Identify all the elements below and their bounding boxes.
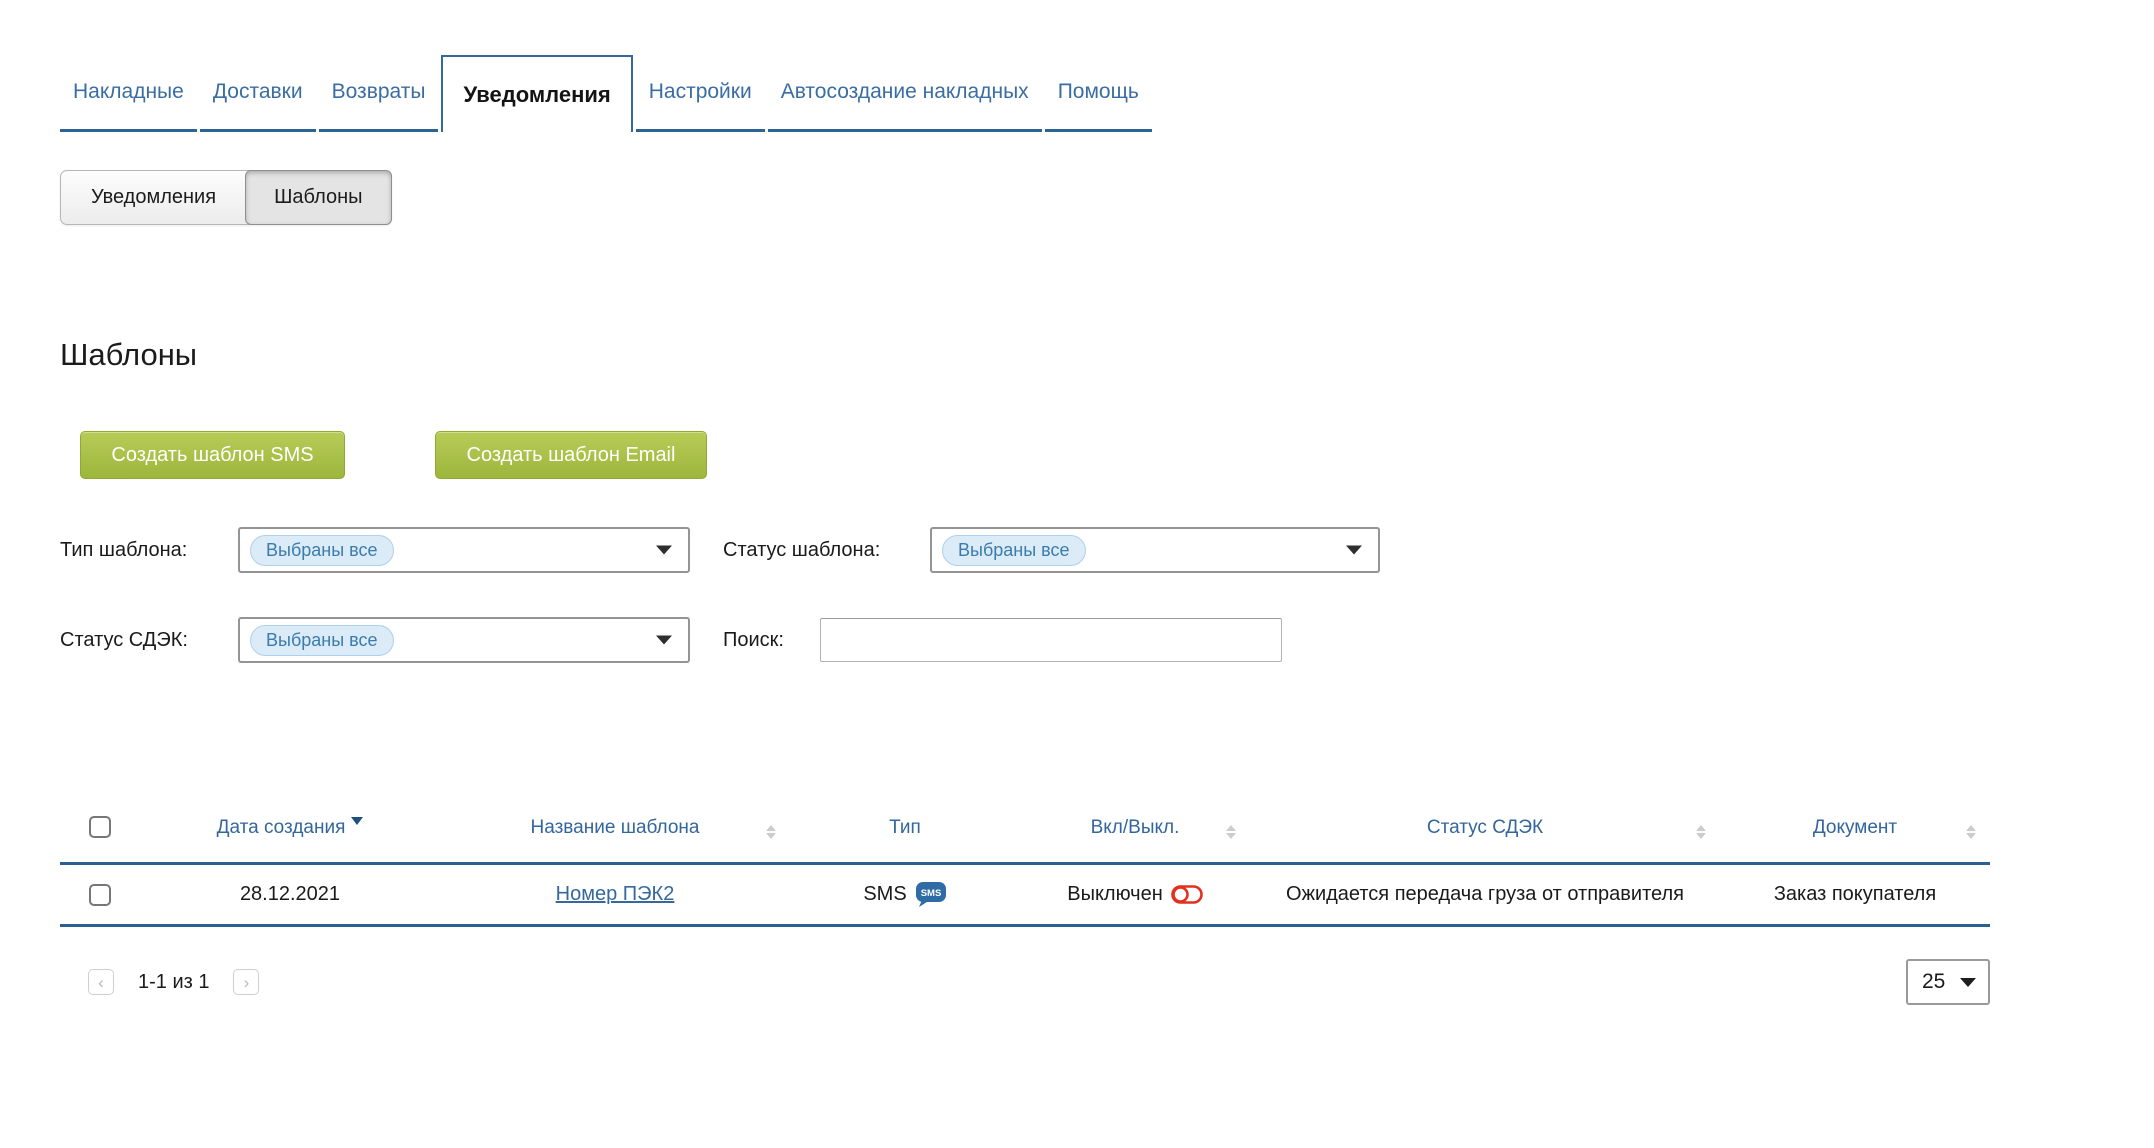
select-all-checkbox[interactable] bbox=[89, 816, 111, 838]
view-toggle-templates-button[interactable]: Шаблоны bbox=[245, 170, 391, 225]
tab-label: Возвраты bbox=[332, 80, 426, 104]
chevron-right-icon: › bbox=[244, 974, 250, 991]
tab-pomosch[interactable]: Помощь bbox=[1045, 55, 1152, 132]
templates-table: Дата создания Название шаблона Тип Вкл/В… bbox=[60, 793, 1990, 927]
sort-icon[interactable] bbox=[1696, 825, 1706, 839]
chevron-down-icon bbox=[1960, 978, 1976, 987]
search-label: Поиск: bbox=[723, 629, 820, 652]
column-label: Статус СДЭК bbox=[1427, 817, 1543, 838]
page-size-value: 25 bbox=[1922, 970, 1945, 994]
row-checkbox[interactable] bbox=[89, 884, 111, 906]
tab-label: Настройки bbox=[649, 80, 752, 104]
column-header-cdek-status[interactable]: Статус СДЭК bbox=[1250, 817, 1720, 839]
column-header-date[interactable]: Дата создания bbox=[140, 817, 440, 839]
tab-bar: Накладные Доставки Возвраты Уведомления … bbox=[60, 55, 1155, 132]
view-toggle: Уведомления Шаблоны bbox=[60, 170, 392, 225]
row-on-off-cell: Выключен bbox=[1020, 883, 1250, 906]
tab-label: Доставки bbox=[213, 80, 303, 104]
tab-uvedomleniya-active[interactable]: Уведомления bbox=[441, 55, 632, 132]
column-header-type[interactable]: Тип bbox=[790, 817, 1020, 839]
cdek-status-select[interactable]: Выбраны все bbox=[238, 617, 690, 663]
tab-nakladnye[interactable]: Накладные bbox=[60, 55, 197, 132]
row-on-off-text: Выключен bbox=[1067, 883, 1163, 906]
row-name-cell: Номер ПЭК2 bbox=[440, 883, 790, 906]
selected-all-pill: Выбраны все bbox=[250, 535, 394, 566]
pagination-range-info: 1-1 из 1 bbox=[138, 971, 209, 994]
page: Накладные Доставки Возвраты Уведомления … bbox=[0, 0, 2154, 1005]
selected-all-pill: Выбраны все bbox=[250, 625, 394, 656]
selected-all-pill: Выбраны все bbox=[942, 535, 1086, 566]
column-label: Название шаблона bbox=[531, 817, 700, 838]
column-header-on-off[interactable]: Вкл/Выкл. bbox=[1020, 817, 1250, 839]
column-label: Документ bbox=[1813, 817, 1897, 838]
row-document-cell: Заказ покупателя bbox=[1720, 883, 1990, 906]
cdek-status-label: Статус СДЭК: bbox=[60, 629, 238, 652]
toolbar: Создать шаблон SMS Создать шаблон Email bbox=[60, 431, 2154, 479]
pagination: ‹ 1-1 из 1 › bbox=[88, 969, 259, 995]
chevron-left-icon: ‹ bbox=[98, 974, 104, 991]
view-toggle-label: Уведомления bbox=[91, 186, 216, 209]
tab-label: Помощь bbox=[1058, 80, 1139, 104]
filter-row-1: Тип шаблона: Выбраны все Статус шаблона:… bbox=[60, 527, 2154, 573]
tab-label: Уведомления bbox=[463, 82, 610, 108]
search-input[interactable] bbox=[820, 618, 1282, 662]
page-size-select[interactable]: 25 bbox=[1906, 959, 1990, 1005]
template-status-label: Статус шаблона: bbox=[723, 539, 930, 562]
tab-vozvraty[interactable]: Возвраты bbox=[319, 55, 439, 132]
sort-icon[interactable] bbox=[1966, 825, 1976, 839]
column-header-document[interactable]: Документ bbox=[1720, 817, 1990, 839]
template-name-link[interactable]: Номер ПЭК2 bbox=[556, 883, 675, 905]
toggle-off-icon[interactable] bbox=[1171, 885, 1203, 904]
chevron-down-icon bbox=[656, 636, 672, 645]
column-label: Вкл/Выкл. bbox=[1091, 817, 1180, 838]
chevron-down-icon bbox=[1346, 546, 1362, 555]
sort-desc-icon bbox=[351, 817, 363, 825]
chevron-down-icon bbox=[656, 546, 672, 555]
template-type-select[interactable]: Выбраны все bbox=[238, 527, 690, 573]
column-label: Дата создания bbox=[217, 817, 346, 838]
template-type-label: Тип шаблона: bbox=[60, 539, 238, 562]
sms-bubble-icon: SMS bbox=[915, 881, 947, 908]
row-checkbox-cell bbox=[60, 883, 140, 906]
column-label: Тип bbox=[889, 817, 921, 838]
sort-icon[interactable] bbox=[1226, 825, 1236, 839]
page-title: Шаблоны bbox=[60, 337, 2154, 373]
tab-label: Накладные bbox=[73, 80, 184, 104]
tab-avtosozdanie[interactable]: Автосоздание накладных bbox=[768, 55, 1042, 132]
column-header-name[interactable]: Название шаблона bbox=[440, 817, 790, 839]
next-page-button[interactable]: › bbox=[233, 969, 259, 995]
row-type-text: SMS bbox=[863, 883, 906, 906]
tab-label: Автосоздание накладных bbox=[781, 80, 1029, 104]
header-checkbox-cell bbox=[60, 816, 140, 838]
view-toggle-notifications-button[interactable]: Уведомления bbox=[61, 171, 246, 224]
table-footer: ‹ 1-1 из 1 › 25 bbox=[60, 959, 1990, 1005]
row-type-cell: SMS SMS bbox=[790, 881, 1020, 908]
table-header-row: Дата создания Название шаблона Тип Вкл/В… bbox=[60, 793, 1990, 865]
row-date-cell: 28.12.2021 bbox=[140, 883, 440, 906]
filter-row-2: Статус СДЭК: Выбраны все Поиск: bbox=[60, 617, 2154, 663]
view-toggle-label: Шаблоны bbox=[274, 186, 362, 209]
template-status-select[interactable]: Выбраны все bbox=[930, 527, 1380, 573]
prev-page-button[interactable]: ‹ bbox=[88, 969, 114, 995]
tab-nastroyki[interactable]: Настройки bbox=[636, 55, 765, 132]
table-row: 28.12.2021 Номер ПЭК2 SMS SMS Выключен bbox=[60, 865, 1990, 927]
sms-bubble-text: SMS bbox=[920, 888, 941, 899]
sort-icon[interactable] bbox=[766, 825, 776, 839]
create-email-template-button[interactable]: Создать шаблон Email bbox=[435, 431, 707, 479]
create-sms-template-button[interactable]: Создать шаблон SMS bbox=[80, 431, 345, 479]
row-cdek-status-cell: Ожидается передача груза от отправителя bbox=[1250, 883, 1720, 906]
filters: Тип шаблона: Выбраны все Статус шаблона:… bbox=[60, 527, 2154, 663]
tab-dostavki[interactable]: Доставки bbox=[200, 55, 316, 132]
